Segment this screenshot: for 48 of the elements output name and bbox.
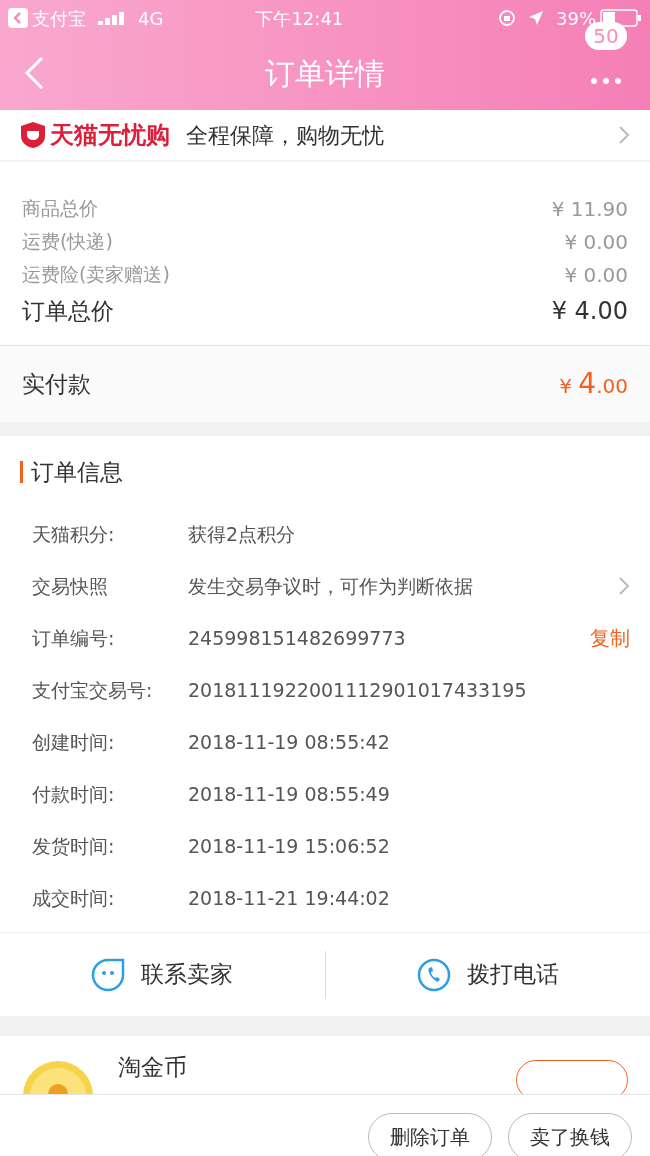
signal-icon <box>98 11 126 25</box>
phone-icon <box>416 957 451 992</box>
clock: 下午12:41 <box>255 6 344 31</box>
info-label: 天猫积分: <box>32 521 116 547</box>
info-label: 发货时间: <box>32 833 116 859</box>
price-label: 商品总价 <box>22 196 98 222</box>
rotation-lock-icon <box>498 9 516 27</box>
price-value: ¥ 0.00 <box>564 228 628 256</box>
info-value: 获得2点积分 <box>188 521 296 547</box>
chevron-right-icon[interactable] <box>618 576 630 596</box>
back-icon[interactable] <box>24 56 44 90</box>
brand-name: 天猫无忧购 <box>50 120 170 151</box>
price-value: ¥ 4.00 <box>551 296 628 327</box>
paid-amount: ¥ 4.00 <box>559 366 628 402</box>
info-label: 订单编号: <box>32 625 116 651</box>
info-value: 2018-11-19 15:06:52 <box>188 833 390 859</box>
price-label: 订单总价 <box>22 296 114 326</box>
page-title: 订单详情 <box>265 54 385 93</box>
section-title: 订单信息 <box>31 457 123 487</box>
network-label: 4G <box>138 6 164 31</box>
price-label: 运费(快递) <box>22 229 113 255</box>
info-value: 发生交易争议时，可作为判断依据 <box>188 573 473 599</box>
shield-icon <box>20 121 46 149</box>
guarantee-row[interactable]: 天猫无忧购 全程保障，购物无忧 <box>0 110 650 160</box>
guarantee-text: 全程保障，购物无忧 <box>186 121 384 150</box>
contact-seller-button[interactable]: 联系卖家 <box>0 957 325 992</box>
info-label: 付款时间: <box>32 781 116 807</box>
location-icon <box>528 10 544 26</box>
info-label: 支付宝交易号: <box>32 677 154 703</box>
chat-face-icon <box>91 957 126 992</box>
info-value: 245998151482699773 <box>188 625 406 651</box>
info-value: 2018111922001112901017433195 <box>188 677 527 703</box>
price-value: ¥ 0.00 <box>564 261 628 289</box>
info-label: 交易快照 <box>32 573 109 599</box>
price-label: 运费险(卖家赠送) <box>22 262 170 288</box>
info-label: 创建时间: <box>32 729 116 755</box>
accent-bar <box>20 461 23 483</box>
more-icon[interactable] <box>591 78 621 84</box>
call-button[interactable]: 拨打电话 <box>325 957 650 992</box>
coin-title: 淘金币 <box>118 1053 187 1082</box>
price-value: ¥ 11.90 <box>551 195 628 223</box>
info-value: 2018-11-19 08:55:42 <box>188 729 390 755</box>
info-label: 成交时间: <box>32 885 116 911</box>
paid-label: 实付款 <box>22 369 91 399</box>
info-value: 2018-11-21 19:44:02 <box>188 885 390 911</box>
back-app-icon[interactable] <box>8 8 28 28</box>
chevron-right-icon <box>618 125 630 145</box>
info-value: 2018-11-19 08:55:49 <box>188 781 390 807</box>
